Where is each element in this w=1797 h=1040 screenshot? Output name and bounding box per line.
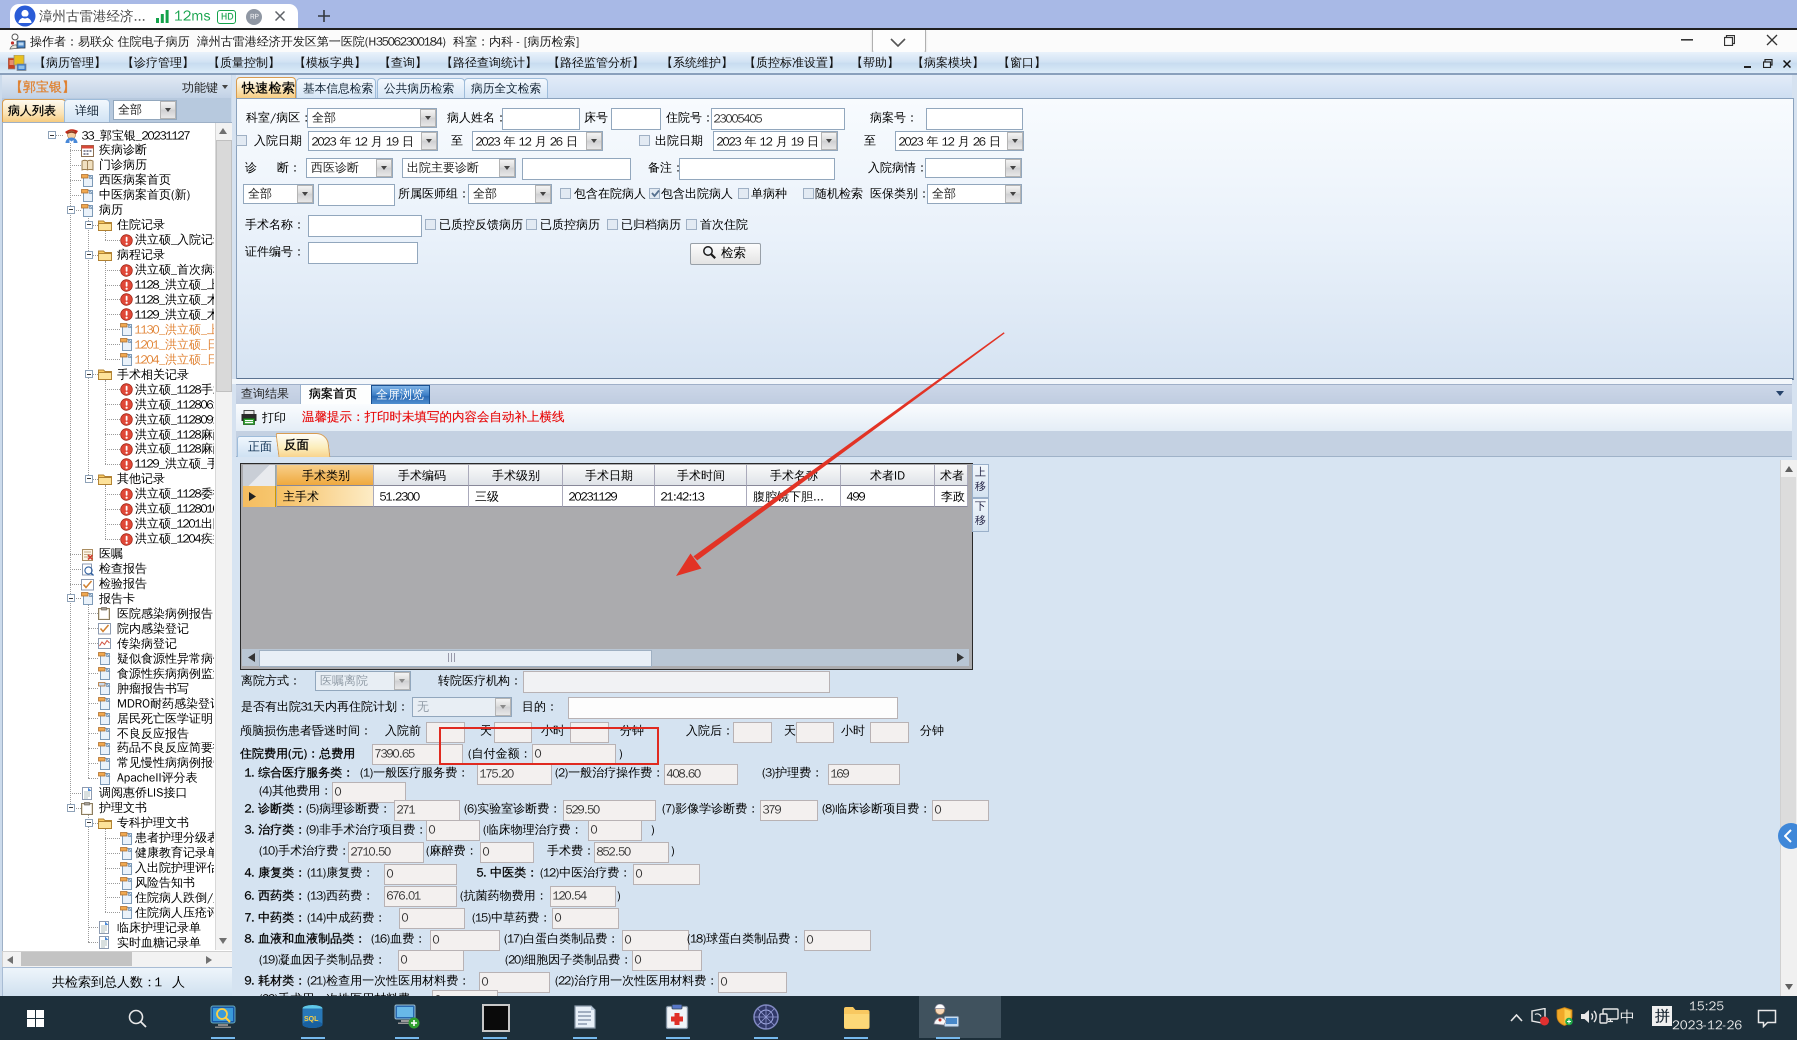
svg-text:SQL: SQL xyxy=(304,1016,319,1023)
